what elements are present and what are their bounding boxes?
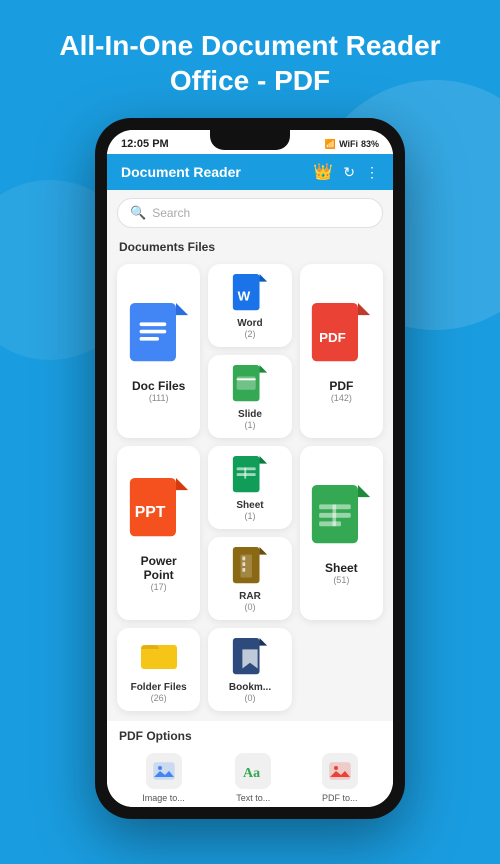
- sheet-small-label: Sheet: [236, 500, 263, 511]
- word-count: (2): [244, 329, 255, 339]
- more-icon[interactable]: ⋮: [365, 164, 379, 181]
- word-card[interactable]: W Word (2): [208, 264, 291, 347]
- search-icon: 🔍: [130, 205, 146, 221]
- pdf-options-grid: Image to... Aa Text to...: [107, 747, 393, 807]
- text-to-icon: Aa: [235, 753, 271, 789]
- wifi-icon: WiFi: [339, 139, 358, 149]
- rar-icon: [232, 547, 268, 587]
- text-to-option[interactable]: Aa Text to...: [235, 753, 271, 803]
- slide-count: (1): [244, 420, 255, 430]
- status-time: 12:05 PM: [121, 138, 169, 150]
- pdf-card[interactable]: PDF PDF (142): [300, 264, 383, 438]
- topbar-title: Document Reader: [121, 164, 241, 180]
- ppt-icon: PPT: [128, 478, 190, 546]
- image-to-label: Image to...: [142, 793, 185, 803]
- sheet-large-card[interactable]: Sheet (51): [300, 446, 383, 620]
- sheet-small-count: (1): [244, 511, 255, 521]
- word-label: Word: [237, 318, 262, 329]
- pdf-to-icon: [322, 753, 358, 789]
- svg-text:PDF: PDF: [319, 330, 346, 345]
- sheet-small-icon: [232, 456, 268, 496]
- slide-icon: [232, 365, 268, 405]
- image-to-option[interactable]: Image to...: [142, 753, 185, 803]
- search-bar[interactable]: 🔍 Search: [117, 198, 383, 228]
- powerpoint-card[interactable]: PPT Power Point (17): [117, 446, 200, 620]
- doc-files-icon: [128, 303, 190, 371]
- rar-count: (0): [244, 602, 255, 612]
- pdf-options-title: PDF Options: [107, 721, 393, 747]
- image-to-icon: [146, 753, 182, 789]
- slide-card[interactable]: Slide (1): [208, 355, 291, 438]
- pdf-options-section: PDF Options Image to...: [107, 721, 393, 807]
- documents-grid: Doc Files (111) W Word (2): [107, 260, 393, 715]
- search-placeholder: Search: [152, 206, 190, 220]
- text-to-label: Text to...: [236, 793, 270, 803]
- refresh-icon[interactable]: ↻: [343, 164, 355, 181]
- pdf-label: PDF: [329, 379, 353, 393]
- sheet-small-card[interactable]: Sheet (1): [208, 446, 291, 529]
- pdf-to-label: PDF to...: [322, 793, 358, 803]
- rar-label: RAR: [239, 591, 261, 602]
- pdf-count: (142): [331, 393, 352, 403]
- pdf-icon: PDF: [310, 303, 372, 371]
- svg-text:Aa: Aa: [243, 766, 260, 781]
- phone-outer: 12:05 PM 📶 WiFi 83% Document Reader 👑 ↻ …: [95, 118, 405, 819]
- doc-files-count: (111): [149, 393, 169, 403]
- bookmark-card[interactable]: Bookm... (0): [208, 628, 291, 711]
- folder-icon: [141, 638, 177, 678]
- ppt-label: Power Point: [125, 554, 192, 582]
- doc-files-label: Doc Files: [132, 379, 185, 393]
- phone-screen: 12:05 PM 📶 WiFi 83% Document Reader 👑 ↻ …: [107, 130, 393, 807]
- slide-label: Slide: [238, 409, 262, 420]
- sheet-large-label: Sheet: [325, 561, 358, 575]
- crown-icon[interactable]: 👑: [313, 162, 333, 182]
- pdf-to-option[interactable]: PDF to...: [322, 753, 358, 803]
- rar-card[interactable]: RAR (0): [208, 537, 291, 620]
- folder-card[interactable]: Folder Files (26): [117, 628, 200, 711]
- phone-mockup: 12:05 PM 📶 WiFi 83% Document Reader 👑 ↻ …: [0, 118, 500, 819]
- bookmark-count: (0): [244, 693, 255, 703]
- ppt-count: (17): [151, 582, 167, 592]
- status-icons: 📶 WiFi 83%: [325, 139, 379, 150]
- app-topbar: Document Reader 👑 ↻ ⋮: [107, 154, 393, 190]
- folder-label: Folder Files: [131, 682, 187, 693]
- bookmark-icon: [232, 638, 268, 678]
- topbar-actions: 👑 ↻ ⋮: [313, 162, 379, 182]
- sheet-large-count: (51): [333, 575, 349, 585]
- folder-count: (26): [151, 693, 167, 703]
- documents-section-title: Documents Files: [107, 236, 393, 260]
- sheet-large-icon: [310, 485, 372, 553]
- word-icon: W: [232, 274, 268, 314]
- phone-notch: [210, 130, 290, 150]
- battery-icon: 83%: [361, 139, 379, 149]
- svg-text:W: W: [238, 289, 251, 304]
- doc-files-card[interactable]: Doc Files (111): [117, 264, 200, 438]
- svg-text:PPT: PPT: [134, 504, 165, 521]
- bookmark-label: Bookm...: [229, 682, 271, 693]
- signal-icon: 📶: [325, 139, 336, 150]
